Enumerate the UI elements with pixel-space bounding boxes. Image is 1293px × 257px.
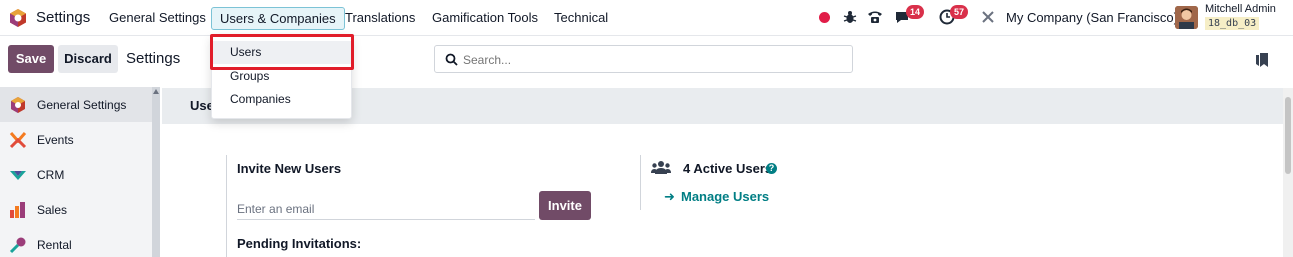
dropdown-item-users[interactable]: Users <box>212 41 351 64</box>
setting-divider <box>640 155 641 210</box>
menu-technical[interactable]: Technical <box>554 10 608 25</box>
sidebar-item-sales[interactable]: Sales <box>0 192 152 227</box>
sidebar-item-events[interactable]: Events <box>0 122 152 157</box>
pending-invitations-title: Pending Invitations: <box>237 236 362 251</box>
user-avatar-icon <box>1175 6 1198 29</box>
top-navbar: Settings General Settings Users & Compan… <box>0 0 1293 36</box>
manage-users-link[interactable]: Manage Users <box>681 189 769 204</box>
database-name: 18_db_03 <box>1205 17 1260 30</box>
sidebar-item-rental[interactable]: Rental <box>0 227 152 257</box>
tools-icon[interactable] <box>980 9 996 25</box>
menu-users-companies[interactable]: Users & Companies <box>211 7 345 30</box>
active-users-count: 4 Active Users <box>683 161 773 176</box>
sales-icon <box>10 201 25 218</box>
user-avatar[interactable] <box>1175 6 1198 29</box>
sidebar-item-crm[interactable]: CRM <box>0 157 152 192</box>
app-title[interactable]: Settings <box>36 9 90 26</box>
help-icon[interactable]: ? <box>766 163 777 174</box>
menu-general-settings[interactable]: General Settings <box>109 10 206 25</box>
discard-button[interactable]: Discard <box>58 45 118 73</box>
dropdown-item-groups[interactable]: Groups <box>212 65 351 88</box>
page-title: Settings <box>126 50 181 67</box>
company-switcher[interactable]: My Company (San Francisco) <box>1006 10 1178 25</box>
invite-button[interactable]: Invite <box>539 191 591 220</box>
sidebar-item-label: Events <box>37 132 74 147</box>
rental-icon <box>9 237 26 253</box>
bookmark-icon[interactable] <box>1255 52 1269 68</box>
arrow-right-icon: ➜ <box>664 189 675 204</box>
scroll-up-arrow-icon[interactable] <box>153 89 159 95</box>
events-icon <box>9 131 27 148</box>
sidebar-scrollbar[interactable] <box>152 87 160 257</box>
sidebar-item-label: Sales <box>37 202 68 217</box>
main-scrollbar-thumb[interactable] <box>1285 97 1291 174</box>
odoo-logo-icon <box>11 96 25 113</box>
sidebar-item-label: Rental <box>37 237 72 252</box>
search-box[interactable] <box>434 45 853 73</box>
dropdown-item-companies[interactable]: Companies <box>212 88 351 111</box>
sidebar-item-general-settings[interactable]: General Settings <box>0 87 152 122</box>
invite-email-input[interactable] <box>237 199 535 220</box>
menu-gamification-tools[interactable]: Gamification Tools <box>432 10 538 25</box>
save-button[interactable]: Save <box>8 45 54 73</box>
record-dot-icon[interactable] <box>819 12 830 23</box>
search-icon <box>445 53 458 66</box>
bug-icon[interactable] <box>842 9 858 25</box>
sidebar-item-label: General Settings <box>37 97 127 112</box>
odoo-logo-icon[interactable] <box>8 8 28 28</box>
search-input[interactable] <box>463 51 843 69</box>
user-name[interactable]: Mitchell Admin <box>1205 3 1276 15</box>
settings-sidebar: General Settings Events CRM Sales Rental <box>0 87 160 257</box>
users-icon <box>651 161 671 174</box>
users-companies-dropdown: Users Groups Companies <box>211 34 352 119</box>
setting-divider <box>226 155 227 257</box>
sidebar-item-label: CRM <box>37 167 65 182</box>
crm-icon <box>10 170 26 180</box>
invite-users-title: Invite New Users <box>237 161 342 176</box>
menu-translations[interactable]: Translations <box>345 10 415 25</box>
discuss-badge: 14 <box>906 5 925 19</box>
phone-icon[interactable] <box>867 9 883 25</box>
activity-badge: 57 <box>950 5 969 19</box>
